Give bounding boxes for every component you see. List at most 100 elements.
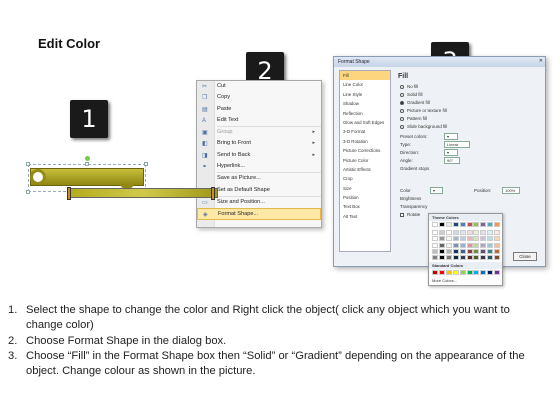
color-swatch[interactable] <box>494 270 501 275</box>
radio-button[interactable] <box>400 84 404 89</box>
color-swatch[interactable] <box>466 270 473 275</box>
close-button[interactable]: Close <box>513 252 537 261</box>
color-swatch[interactable] <box>432 236 438 242</box>
color-swatch[interactable] <box>480 242 487 248</box>
color-picker-button[interactable]: ▾ <box>430 187 443 194</box>
color-swatch[interactable] <box>432 242 438 248</box>
nav-item-picture-color[interactable]: Picture Color <box>340 156 390 165</box>
color-swatch[interactable] <box>473 230 480 236</box>
fill-option[interactable]: Solid fill <box>394 91 543 99</box>
color-swatch[interactable] <box>473 255 480 260</box>
color-swatch[interactable] <box>452 270 459 275</box>
menu-item-bring-to-front[interactable]: ◧ Bring to Front ▸ <box>197 138 321 149</box>
color-swatch[interactable] <box>494 230 501 236</box>
color-swatch[interactable] <box>432 255 438 260</box>
color-swatch[interactable] <box>494 236 501 242</box>
color-swatch[interactable] <box>466 242 473 248</box>
resize-handle[interactable] <box>26 190 30 194</box>
menu-item-copy[interactable]: ❐ Copy <box>197 92 321 103</box>
color-swatch[interactable] <box>473 270 480 275</box>
color-swatch[interactable] <box>445 222 452 227</box>
color-swatch[interactable] <box>480 230 487 236</box>
color-swatch[interactable] <box>480 222 487 227</box>
rotation-handle[interactable] <box>85 156 90 161</box>
angle-input[interactable]: 90° <box>444 157 460 164</box>
color-swatch[interactable] <box>494 248 501 254</box>
radio-button[interactable] <box>400 116 404 121</box>
color-swatch[interactable] <box>438 242 445 248</box>
menu-item-send-to-back[interactable]: ◨ Send to Back ▸ <box>197 150 321 161</box>
direction-button[interactable]: ▾ <box>444 149 458 156</box>
color-swatch[interactable] <box>432 222 438 227</box>
color-swatch[interactable] <box>459 242 466 248</box>
shape-body[interactable] <box>30 168 144 186</box>
color-swatch[interactable] <box>452 222 459 227</box>
color-swatch[interactable] <box>445 236 452 242</box>
color-swatch[interactable] <box>459 222 466 227</box>
radio-button[interactable] <box>400 108 404 113</box>
color-swatch[interactable] <box>432 270 438 275</box>
color-swatch[interactable] <box>445 230 452 236</box>
color-swatch[interactable] <box>452 255 459 260</box>
color-swatch[interactable] <box>459 248 466 254</box>
more-colors-link[interactable]: More Colors... <box>432 278 457 283</box>
menu-item-cut[interactable]: ✂ Cut <box>197 81 321 92</box>
resize-handle[interactable] <box>85 162 89 166</box>
color-swatch[interactable] <box>466 222 473 227</box>
color-swatch[interactable] <box>459 236 466 242</box>
radio-button[interactable] <box>400 100 404 105</box>
radio-button[interactable] <box>400 92 404 97</box>
color-swatch[interactable] <box>487 242 494 248</box>
color-swatch[interactable] <box>466 236 473 242</box>
color-swatch[interactable] <box>480 248 487 254</box>
nav-item-picture-corrections[interactable]: Picture Corrections <box>340 146 390 155</box>
color-swatch[interactable] <box>480 270 487 275</box>
nav-item-position[interactable]: Position <box>340 193 390 202</box>
color-swatch[interactable] <box>487 222 494 227</box>
color-swatch[interactable] <box>473 236 480 242</box>
color-swatch[interactable] <box>466 248 473 254</box>
menu-item-group[interactable]: ▣ Group ▸ <box>197 127 321 138</box>
gradient-stop[interactable] <box>211 187 215 200</box>
nav-item-shadow[interactable]: Shadow <box>340 99 390 108</box>
nav-item-line-color[interactable]: Line Color <box>340 80 390 89</box>
color-swatch[interactable] <box>473 222 480 227</box>
color-swatch[interactable] <box>432 230 438 236</box>
color-swatch[interactable] <box>438 248 445 254</box>
color-swatch[interactable] <box>487 255 494 260</box>
preset-colors-button[interactable]: ▾ <box>444 133 458 140</box>
fill-option[interactable]: Picture or texture fill <box>394 107 543 115</box>
radio-button[interactable] <box>400 124 404 129</box>
position-input[interactable]: 100% <box>502 187 520 194</box>
color-swatch[interactable] <box>459 270 466 275</box>
color-swatch[interactable] <box>473 248 480 254</box>
menu-item-edit-text[interactable]: A Edit Text <box>197 115 321 126</box>
color-swatch[interactable] <box>438 236 445 242</box>
color-swatch[interactable] <box>473 242 480 248</box>
color-swatch[interactable] <box>445 248 452 254</box>
fill-option[interactable]: Pattern fill <box>394 115 543 123</box>
color-swatch[interactable] <box>494 255 501 260</box>
color-swatch[interactable] <box>452 236 459 242</box>
nav-item-glow-and-soft-edges[interactable]: Glow and Soft Edges <box>340 118 390 127</box>
gradient-stops-bar[interactable] <box>67 187 218 200</box>
color-swatch[interactable] <box>487 248 494 254</box>
color-swatch[interactable] <box>480 255 487 260</box>
nav-item-reflection[interactable]: Reflection <box>340 109 390 118</box>
color-swatch[interactable] <box>445 242 452 248</box>
color-swatch[interactable] <box>459 255 466 260</box>
color-swatch[interactable] <box>452 248 459 254</box>
color-swatch[interactable] <box>459 230 466 236</box>
menu-item-size-and-position[interactable]: ▭ Size and Position... <box>197 197 321 208</box>
menu-item-save-as-picture[interactable]: Save as Picture... <box>197 173 321 184</box>
color-swatch[interactable] <box>480 236 487 242</box>
menu-item-hyperlink[interactable]: ⚭ Hyperlink... <box>197 161 321 172</box>
color-swatch[interactable] <box>438 255 445 260</box>
color-swatch[interactable] <box>438 270 445 275</box>
color-swatch[interactable] <box>445 255 452 260</box>
menu-item-format-shape[interactable]: ◈ Format Shape... <box>197 208 321 220</box>
color-swatch[interactable] <box>438 230 445 236</box>
nav-item-text-box[interactable]: Text Box <box>340 202 390 211</box>
color-swatch[interactable] <box>432 248 438 254</box>
color-swatch[interactable] <box>487 270 494 275</box>
